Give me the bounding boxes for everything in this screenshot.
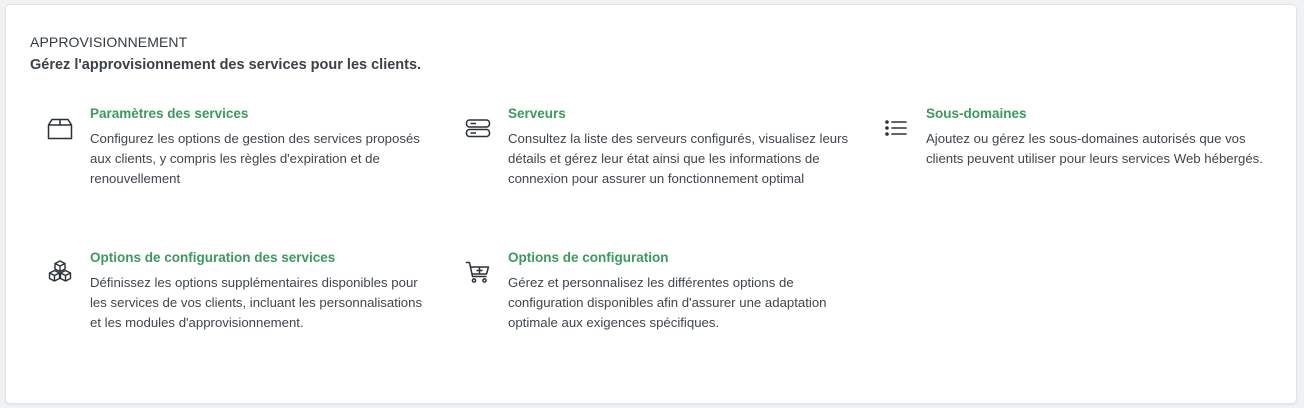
section-title: APPROVISIONNEMENT (30, 34, 188, 50)
server-icon (464, 114, 492, 142)
service-settings-link[interactable]: Paramètres des services (90, 106, 248, 121)
box-icon (46, 114, 74, 142)
subdomains-description: Ajoutez ou gérez les sous-domaines autor… (926, 131, 1263, 166)
cart-plus-icon (464, 258, 492, 286)
service-config-options-link[interactable]: Options de configuration des services (90, 250, 335, 265)
service-config-options-description: Définissez les options supplémentaires d… (90, 275, 423, 330)
section-subtitle: Gérez l'approvisionnement des services p… (30, 57, 422, 73)
provisioning-card: APPROVISIONNEMENT Gérez l'approvisionnem… (5, 4, 1297, 404)
subdomains-link[interactable]: Sous-domaines (926, 106, 1027, 121)
servers-description: Consultez la liste des serveurs configur… (508, 131, 849, 186)
service-settings-description: Configurez les options de gestion des se… (90, 131, 420, 186)
config-options-description: Gérez et personnalisez les différentes o… (508, 275, 827, 330)
servers-link[interactable]: Serveurs (508, 106, 566, 121)
cubes-icon (46, 258, 74, 286)
list-icon (882, 114, 910, 142)
config-options-link[interactable]: Options de configuration (508, 250, 669, 265)
